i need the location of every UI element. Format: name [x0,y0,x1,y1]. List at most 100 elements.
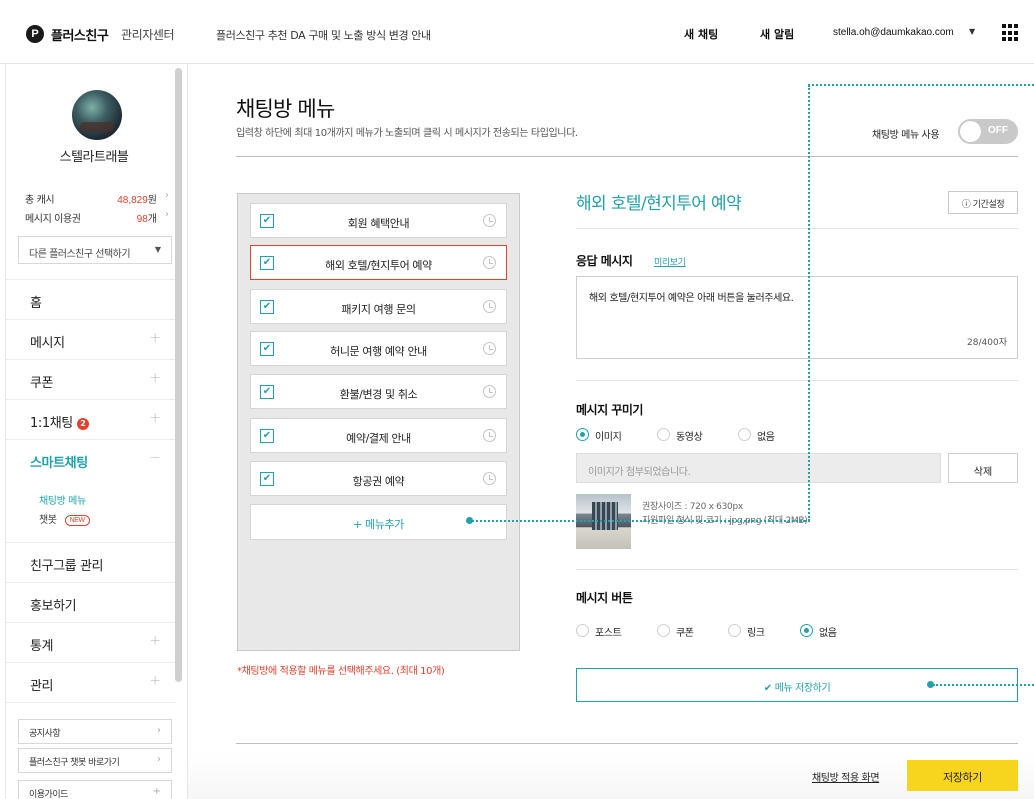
response-message-textarea[interactable]: 해외 호텔/현지투어 예약은 아래 버튼을 눌러주세요. 28/400자 [576,276,1018,359]
menu-item[interactable]: ✔ 예약/결제 안내 [250,418,507,453]
button-radio-post[interactable]: 포스트 [576,624,636,639]
nav-chat[interactable]: 1:1채팅 2 + [6,399,176,439]
cash-arrow-icon[interactable]: › [165,190,169,201]
subnav-chat-menu[interactable]: 채팅방 메뉴 [39,492,86,507]
chevron-right-icon: › [157,725,161,736]
menu-item-checkbox[interactable]: ✔ [260,300,274,314]
chatbot-shortcut-label: 플러스친구 챗봇 바로가기 [29,758,120,768]
menu-item-label: 해외 호텔/현지투어 예약 [325,259,432,272]
plusfriend-select-label: 다른 플러스친구 선택하기 [29,249,131,260]
cash-label: 총 캐시 [25,195,55,206]
clock-icon[interactable] [483,429,496,442]
profile-name: 스텔라트래블 [59,150,129,165]
nav-message[interactable]: 메시지 + [6,319,176,359]
menu-item[interactable]: ✔ 허니문 여행 예약 안내 [250,331,507,366]
nav-coupon[interactable]: 쿠폰 + [6,359,176,399]
app-grid-icon[interactable] [1002,24,1020,42]
menu-item-label: 패키지 여행 문의 [341,303,416,316]
clock-icon[interactable] [483,214,496,227]
period-setting-button[interactable]: ⓘ 기간설정 [948,191,1018,214]
clock-icon[interactable] [483,342,496,355]
clock-icon[interactable] [483,472,496,485]
menu-item[interactable]: ✔ 항공권 예약 [250,461,507,496]
expand-plus-icon: + [149,673,161,689]
plusfriend-logo-icon[interactable]: P [26,25,44,43]
nav-stats[interactable]: 통계 + [6,622,176,662]
chevron-right-icon: › [157,754,161,765]
notice-link[interactable]: 플러스친구 추천 DA 구매 및 노출 방식 변경 안내 [216,27,431,43]
sidebar-scrollbar[interactable] [175,68,182,682]
expand-plus-icon: + [149,370,161,386]
button-radio-coupon[interactable]: 쿠폰 [657,624,707,639]
clock-icon[interactable] [483,300,496,313]
clock-icon[interactable] [483,385,496,398]
recommended-size: 권장사이즈 : 720 x 630px [642,502,743,512]
sidebar: 스텔라트래블 총 캐시 48,829원 › 메시지 이용권 98개 › 다른 플… [5,64,188,799]
cash-value[interactable]: 48,829원 [117,191,157,206]
nav-chat-label: 1:1채팅 2 [30,412,89,431]
page-description: 입력창 하단에 최대 10개까지 메뉴가 노출되며 클릭 시 메시지가 전송되는… [236,128,578,139]
nav-home-label: 홈 [30,296,42,311]
nav-manage[interactable]: 관리 + [6,662,176,702]
menu-item-checkbox[interactable]: ✔ [260,342,274,356]
decorate-radio-none[interactable]: 없음 [738,428,788,443]
toggle-knob [960,121,981,142]
menu-item-checkbox[interactable]: ✔ [260,429,274,443]
notice-link-button[interactable]: 공지사항 › [18,719,172,744]
response-message-text: 해외 호텔/현지투어 예약은 아래 버튼을 눌러주세요. [589,293,794,304]
message-ticket-label: 메시지 이용권 [25,214,81,225]
notice-link-label: 공지사항 [29,729,61,739]
check-icon: ✔ [763,683,772,694]
chatbot-shortcut-link[interactable]: 플러스친구 챗봇 바로가기 › [18,748,172,773]
expand-plus-icon: + [152,786,161,797]
radio-circle [800,624,813,637]
button-radio-none[interactable]: 없음 [800,624,850,639]
subnav-chatbot[interactable]: 챗봇 NEW [39,511,90,526]
menu-item-checkbox[interactable]: ✔ [260,256,274,270]
new-alert-button[interactable]: 새 알림 [760,26,794,42]
button-radio-link[interactable]: 링크 [728,624,778,639]
radio-label: 이미지 [595,432,622,443]
menu-enable-toggle[interactable]: OFF [958,119,1018,144]
chevron-down-icon: ▼ [154,245,161,254]
menu-item-checkbox[interactable]: ✔ [260,472,274,486]
menu-item[interactable]: ✔ 회원 혜택안내 [250,203,507,238]
radio-circle [657,428,670,441]
decorate-radio-video[interactable]: 동영상 [657,428,717,443]
annotation-line [808,84,1034,86]
decorate-radio-image[interactable]: 이미지 [576,428,636,443]
save-button[interactable]: 저장하기 [907,760,1018,791]
image-attach-field[interactable]: 이미지가 첨부되었습니다. [576,453,941,483]
message-ticket-arrow-icon[interactable]: › [165,209,169,220]
nav-home[interactable]: 홈 [6,279,176,319]
logo-text[interactable]: 플러스친구 [51,25,109,44]
preview-link[interactable]: 미리보기 [654,255,686,268]
nav-divider [6,702,176,703]
menu-item-checkbox[interactable]: ✔ [260,385,274,399]
menu-item-checkbox[interactable]: ✔ [260,214,274,228]
delete-image-button[interactable]: 삭제 [948,453,1018,483]
logo-subtitle[interactable]: 관리자센터 [121,26,175,43]
nav-promote[interactable]: 홍보하기 [6,582,176,622]
account-caret-icon[interactable]: ▼ [969,27,975,36]
radio-circle [738,428,751,441]
radio-label: 없음 [757,432,775,443]
menu-item[interactable]: ✔ 환불/변경 및 취소 [250,374,507,409]
new-chat-button[interactable]: 새 채팅 [684,26,718,42]
guide-link[interactable]: 이용가이드 + [18,780,172,799]
top-header: P 플러스친구 관리자센터 플러스친구 추천 DA 구매 및 노출 방식 변경 … [0,0,1034,64]
radio-circle [728,624,741,637]
nav-smart-chat[interactable]: 스마트채팅 − [6,439,176,479]
collapse-minus-icon: − [149,450,161,466]
decorate-label: 메시지 꾸미기 [576,403,643,417]
clock-icon[interactable] [483,256,496,269]
menu-item-selected[interactable]: ✔ 해외 호텔/현지투어 예약 [250,245,507,280]
menu-toggle-label: 채팅방 메뉴 사용 [872,130,940,141]
message-ticket-value[interactable]: 98개 [137,210,157,225]
menu-item[interactable]: ✔ 패키지 여행 문의 [250,289,507,324]
chat-apply-preview-link[interactable]: 채팅방 적용 화면 [812,769,880,784]
attach-status: 이미지가 첨부되었습니다. [588,467,691,478]
nav-friend-group[interactable]: 친구그룹 관리 [6,542,176,582]
plusfriend-select[interactable]: 다른 플러스친구 선택하기 ▼ [18,236,172,264]
account-email[interactable]: stella.oh@daumkakao.com [833,27,954,38]
